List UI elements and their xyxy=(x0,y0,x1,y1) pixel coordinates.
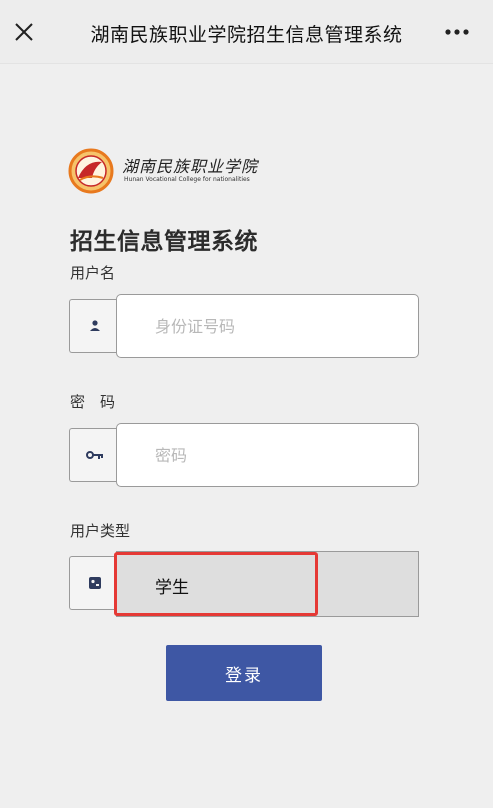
more-dots-icon xyxy=(445,29,469,35)
username-input[interactable] xyxy=(116,294,419,358)
logo-name-cn: 湖南民族职业学院 xyxy=(122,157,259,176)
college-emblem-icon xyxy=(68,148,114,194)
username-addon xyxy=(69,299,119,353)
top-bar: 湖南民族职业学院招生信息管理系统 xyxy=(0,0,493,64)
login-button[interactable]: 登录 xyxy=(166,645,322,701)
user-type-label: 用户类型 xyxy=(70,522,131,540)
close-button[interactable] xyxy=(6,14,42,50)
window-title: 湖南民族职业学院招生信息管理系统 xyxy=(90,24,403,46)
user-type-select[interactable]: 学生 xyxy=(116,551,419,617)
password-label: 密 码 xyxy=(70,393,116,411)
key-icon xyxy=(85,451,103,459)
more-button[interactable] xyxy=(439,14,475,50)
app-window: 湖南民族职业学院招生信息管理系统 湖南民族职业学院 Hunan Vocation… xyxy=(0,0,493,808)
user-icon xyxy=(89,320,100,331)
password-addon xyxy=(69,428,119,482)
page-title: 招生信息管理系统 xyxy=(70,229,258,255)
id-card-icon xyxy=(88,577,101,589)
close-icon xyxy=(15,23,33,41)
user-type-selected: 学生 xyxy=(155,578,189,598)
username-label: 用户名 xyxy=(70,264,116,282)
username-group xyxy=(69,294,419,358)
user-type-group: 学生 xyxy=(69,551,419,617)
password-input[interactable] xyxy=(116,423,419,487)
user-type-addon xyxy=(69,556,119,610)
logo-name-en: Hunan Vocational College for nationaliti… xyxy=(124,176,250,183)
college-logo: 湖南民族职业学院 Hunan Vocational College for na… xyxy=(68,148,268,194)
password-group xyxy=(69,423,419,487)
